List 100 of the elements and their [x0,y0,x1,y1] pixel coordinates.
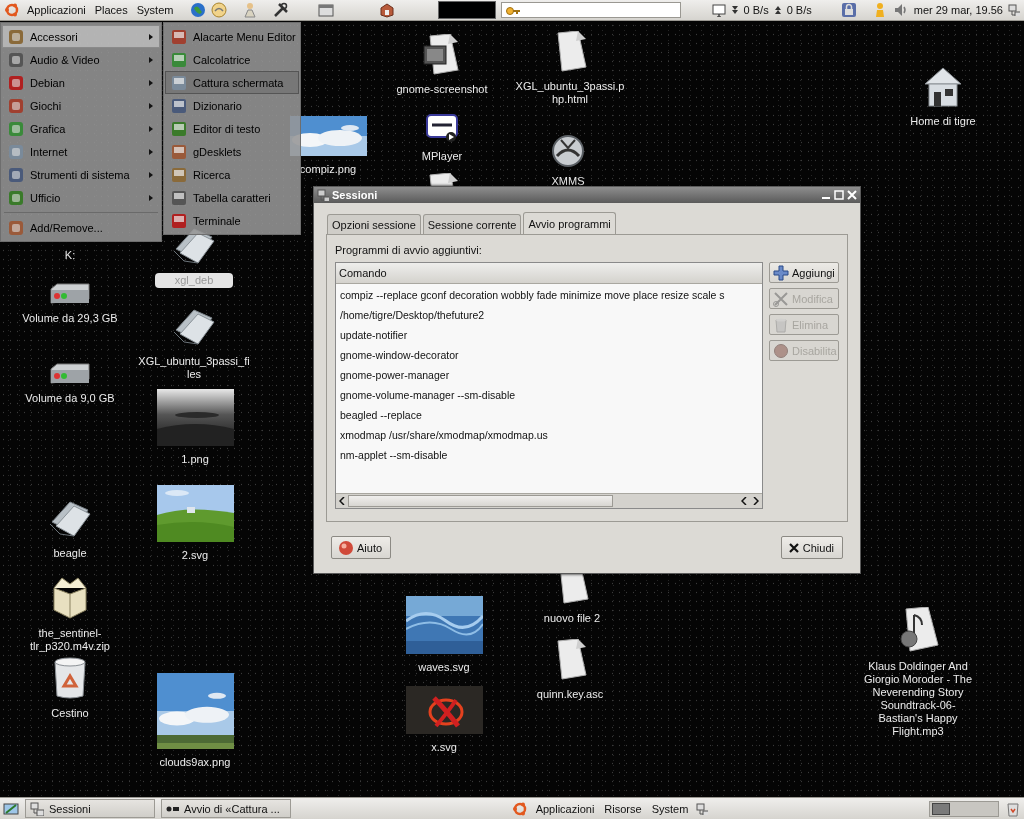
menu-item[interactable]: Debian [2,71,160,94]
icon-label[interactable]: 2.svg [177,548,213,563]
network-monitor-icon[interactable] [711,3,726,17]
round-player-icon[interactable] [551,134,585,168]
window-menu-icon[interactable] [317,189,329,201]
close-icon [787,541,800,554]
menu-item[interactable]: Calcolatrice [165,48,299,71]
panel-icon[interactable] [696,802,709,815]
list-row[interactable]: beagled --replace [336,405,762,425]
applet-display[interactable] [438,1,497,19]
menu-button[interactable]: Risorse [602,800,644,817]
menu-item[interactable]: Alacarte Menu Editor [165,25,299,48]
volume-icon[interactable] [892,2,909,18]
search-field[interactable] [501,2,682,18]
icon-label[interactable]: the_sentinel-tlr_p320.m4v.zip [10,626,130,654]
menu-button[interactable]: Applicazioni [25,2,88,18]
menu-item[interactable]: Editor di testo [165,117,299,140]
button[interactable]: Aggiungi [769,262,839,283]
menu-item[interactable]: Dizionario [165,94,299,117]
launcher-icon[interactable] [211,2,228,18]
scroll-right-icon[interactable] [753,497,759,505]
app-icon [8,166,24,183]
help-button[interactable]: Aiuto [331,536,392,559]
close-button[interactable]: Chiudi [780,536,843,559]
menu-item[interactable]: Terminale [165,209,299,232]
logo-icon[interactable] [4,2,20,18]
list-row[interactable]: compiz --replace gconf decoration wobbly fade minimize move place resize scale s [336,285,762,305]
icon-label[interactable]: quinn.key.asc [532,687,608,702]
list-row[interactable]: gnome-power-manager [336,365,762,385]
home-icon[interactable] [923,66,963,108]
box-icon[interactable] [50,576,90,620]
icon-label[interactable]: Volume da 9,0 GB [21,391,119,406]
menu-item[interactable]: Giochi [2,94,160,117]
menu-item[interactable]: Add/Remove... [2,216,160,239]
panel-icon[interactable] [1008,4,1020,16]
trash-icon[interactable] [52,656,88,700]
drive-icon[interactable] [49,283,91,305]
taskbar-button[interactable]: Avvio di «Cattura ... [161,799,291,818]
tab[interactable]: Avvio programmi [523,212,616,234]
column-header[interactable]: Comando [336,263,762,284]
menu-item[interactable]: Grafica [2,117,160,140]
globe-icon[interactable] [190,2,207,18]
scroll-left-icon[interactable] [741,497,747,505]
list-row[interactable]: update-notifier [336,325,762,345]
lock-icon[interactable] [840,2,857,18]
menu-button[interactable]: Applicazioni [533,800,597,817]
menu-button[interactable]: System [649,800,691,817]
menu-item[interactable]: Ricerca [165,163,299,186]
window-icon[interactable] [318,2,335,18]
horizontal-scrollbar[interactable] [336,493,762,508]
icon-label[interactable]: x.svg [427,740,461,755]
tab[interactable]: Sessione corrente [422,214,522,234]
app-icon [171,51,187,68]
icon-label[interactable]: K: [60,248,80,263]
icon-label[interactable]: nuovo file 2 [539,611,605,626]
menu-item[interactable]: Strumenti di sistema [2,163,160,186]
icon-label[interactable]: gnome-screenshot [392,82,492,97]
menu-item[interactable]: Accessori [2,25,160,48]
screenshot-document-icon[interactable] [422,34,462,76]
icon-label[interactable]: Volume da 29,3 GB [18,311,122,326]
person-icon[interactable] [242,2,259,18]
maximize-icon[interactable] [834,190,844,200]
list-row[interactable]: nm-applet --sm-disable [336,445,762,465]
menu-item[interactable]: Cattura schermata [165,71,299,94]
menu-item[interactable]: Tabella caratteri [165,186,299,209]
icon-label[interactable]: Klaus Doldinger And Giorgio Moroder - The Neverending Story Soundtrack-06-Bastian's Happy Flight.mp3 [860,659,976,739]
icon-label[interactable]: clouds9ax.png [155,755,235,770]
tab[interactable]: Opzioni sessione [327,214,421,234]
clock[interactable]: mer 29 mar, 19.56 [913,4,1003,16]
list-row[interactable]: /home/tigre/Desktop/thefuture2 [336,305,762,325]
menu-item[interactable]: gDesklets [165,140,299,163]
app-icon [8,28,24,45]
icon-label[interactable]: XMMS [547,174,589,189]
media-player-icon[interactable] [426,113,458,143]
logo-icon[interactable] [511,800,528,817]
icon-label[interactable]: beagle [49,546,91,561]
menu-item[interactable]: Audio & Video [2,48,160,71]
list-row[interactable]: xmodmap /usr/share/xmodmap/xmodmap.us [336,425,762,445]
close-icon[interactable] [847,190,857,200]
scroll-left-icon[interactable] [339,497,345,505]
menu-item[interactable]: Ufficio [2,186,160,209]
workspace-switcher[interactable] [929,800,999,817]
tools-icon[interactable] [273,2,290,18]
taskbar-button[interactable]: Sessioni [25,799,155,818]
menu-button[interactable]: Places [92,2,130,18]
app-icon [171,97,187,114]
drive-icon[interactable] [49,363,91,385]
menu-item[interactable]: Internet [2,140,160,163]
icon-label[interactable]: waves.svg [414,660,474,675]
icon-label[interactable]: Home di tigre [906,114,980,129]
icon-label[interactable]: MPlayer [417,149,467,164]
icon-label[interactable]: XGL_ubuntu_3passi_files [134,354,254,382]
icon-label[interactable]: XGL_ubuntu_3passi.php.html [510,79,630,107]
menu-button[interactable]: System [134,2,176,18]
list-row[interactable]: gnome-volume-manager --sm-disable [336,385,762,405]
show-desktop-icon[interactable] [3,800,19,817]
icon-label[interactable]: 1.png [177,452,213,467]
list-row[interactable]: gnome-window-decorator [336,345,762,365]
icon-label[interactable]: Cestino [47,706,93,721]
package-icon[interactable] [379,2,396,18]
